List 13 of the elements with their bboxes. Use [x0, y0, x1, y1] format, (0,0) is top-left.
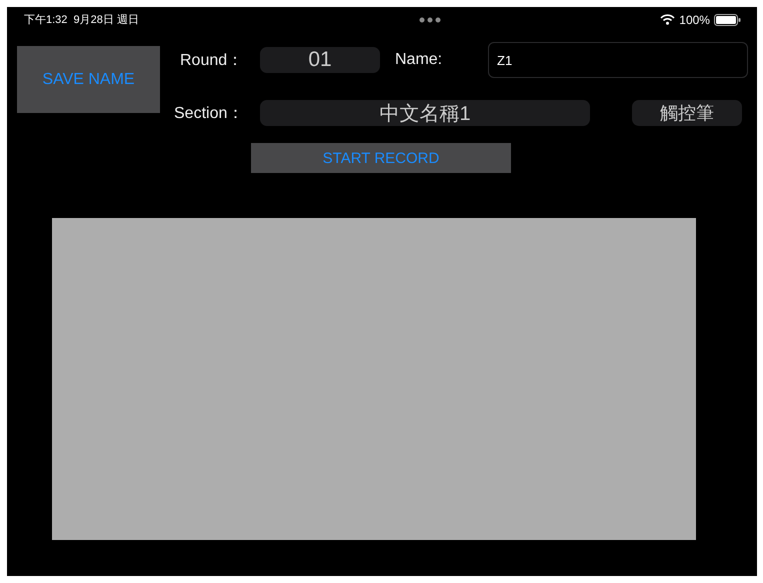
battery-icon: [714, 14, 741, 26]
wifi-icon: [660, 14, 676, 25]
more-dots-icon: [418, 16, 441, 22]
battery-percent: 100%: [679, 12, 710, 26]
round-label: Round：: [180, 50, 244, 70]
status-time: 下午1:32 9月28日 週日: [24, 13, 139, 27]
section-label: Section：: [174, 104, 244, 124]
name-label: Name:: [395, 51, 444, 69]
name-field[interactable]: Z1: [488, 42, 748, 78]
section-field[interactable]: 中文名稱1: [260, 100, 590, 126]
round-field[interactable]: 01: [260, 47, 380, 73]
stylus-button[interactable]: 觸控筆: [632, 100, 742, 126]
drawing-area[interactable]: [52, 218, 696, 540]
